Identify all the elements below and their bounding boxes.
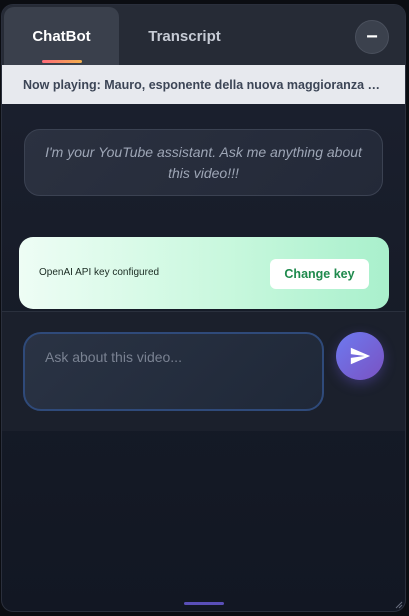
tab-chatbot-label: ChatBot	[32, 27, 91, 45]
minimize-button[interactable]: −	[355, 20, 389, 54]
drag-handle[interactable]	[184, 602, 224, 605]
assistant-message-text: I'm your YouTube assistant. Ask me anyth…	[45, 143, 362, 181]
change-key-label: Change key	[284, 267, 355, 281]
assistant-message: I'm your YouTube assistant. Ask me anyth…	[24, 129, 383, 196]
now-playing-bar: Now playing: Mauro, esponente della nuov…	[2, 65, 405, 104]
tab-bar: ChatBot Transcript −	[2, 5, 405, 65]
chatbot-panel: ChatBot Transcript − Now playing: Mauro,…	[1, 4, 406, 612]
minus-icon: −	[366, 25, 378, 48]
api-key-status-box: OpenAI API key configured Change key	[19, 237, 389, 309]
api-key-status-text: OpenAI API key configured	[39, 267, 160, 278]
resize-grip-icon[interactable]	[395, 601, 403, 609]
chat-input-area	[2, 311, 405, 431]
change-key-button[interactable]: Change key	[270, 259, 369, 289]
tab-transcript[interactable]: Transcript	[127, 7, 242, 65]
send-button[interactable]	[336, 332, 384, 380]
send-icon	[350, 347, 371, 365]
chat-input[interactable]	[23, 332, 324, 411]
now-playing-text: Now playing: Mauro, esponente della nuov…	[23, 77, 383, 92]
tab-chatbot[interactable]: ChatBot	[4, 7, 119, 65]
tab-transcript-label: Transcript	[148, 27, 221, 45]
active-tab-indicator	[42, 60, 82, 63]
